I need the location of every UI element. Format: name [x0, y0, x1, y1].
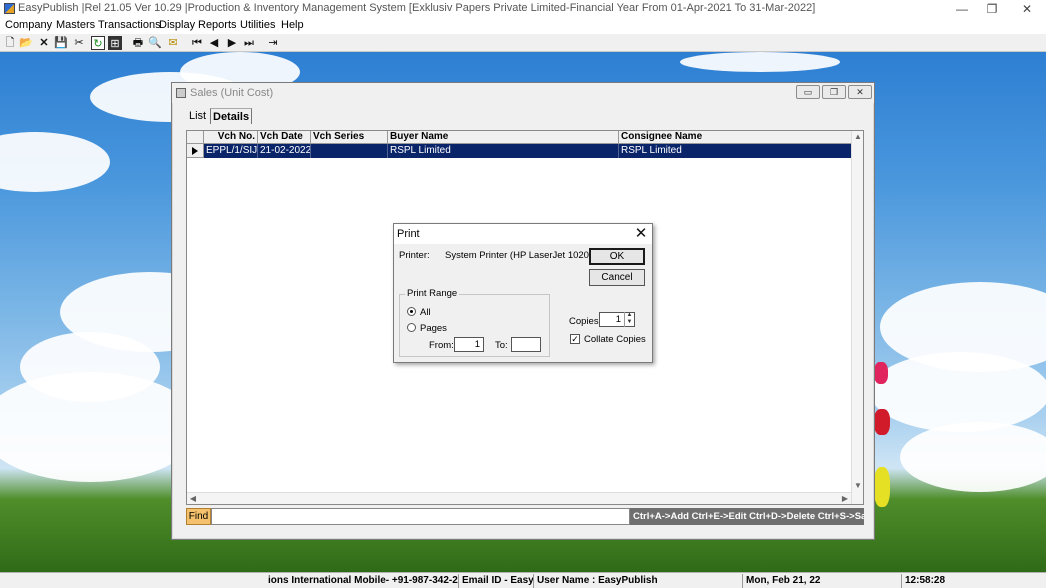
- scroll-left-icon[interactable]: ◀: [187, 493, 199, 505]
- menu-display[interactable]: Display: [159, 19, 195, 31]
- delete-icon[interactable]: ✕: [37, 36, 51, 50]
- next-record-icon[interactable]: ▶: [225, 36, 239, 50]
- menu-company[interactable]: Company: [5, 19, 52, 31]
- column-header-vch-series[interactable]: Vch Series: [311, 131, 388, 144]
- status-bar: ions International Mobile- +91-987-342-2…: [0, 572, 1046, 588]
- copies-label: Copies:: [569, 316, 602, 327]
- range-pages-radio[interactable]: [407, 323, 416, 332]
- row-indicator[interactable]: [187, 144, 204, 158]
- ok-button[interactable]: OK: [589, 248, 645, 265]
- last-record-icon[interactable]: ⏭: [242, 36, 256, 50]
- app-title-bar: EasyPublish |Rel 21.05 Ver 10.29 |Produc…: [0, 0, 1046, 18]
- email-icon[interactable]: ✉: [166, 36, 180, 50]
- menu-transactions[interactable]: Transactions: [98, 19, 161, 31]
- print-dialog-title: Print: [397, 228, 420, 240]
- horizontal-scrollbar[interactable]: ◀ ▶: [187, 492, 851, 504]
- printer-value: System Printer (HP LaserJet 1020): [445, 250, 593, 261]
- print-dialog: Print ✕ Printer: System Printer (HP Lase…: [393, 223, 653, 363]
- cell-vch-no[interactable]: EPPL/1/SIJU: [204, 144, 258, 158]
- vertical-scrollbar[interactable]: ▲ ▼: [851, 131, 863, 504]
- maximize-window-button[interactable]: ❐: [822, 85, 846, 99]
- new-file-icon[interactable]: 🗋: [3, 36, 17, 50]
- find-bar: Find Ctrl+A->Add Ctrl+E->Edit Ctrl+D->De…: [186, 508, 864, 525]
- sales-window-title: Sales (Unit Cost): [190, 87, 274, 99]
- close-icon[interactable]: ✕: [632, 225, 650, 243]
- window-icon: [176, 88, 186, 98]
- column-header-vch-date[interactable]: Vch Date: [258, 131, 311, 144]
- cell-vch-series[interactable]: [311, 144, 388, 158]
- column-header-vch-no[interactable]: Vch No.: [204, 131, 258, 144]
- find-input[interactable]: [211, 508, 630, 525]
- collate-checkbox[interactable]: ✓: [570, 334, 580, 344]
- find-label: Find: [186, 508, 211, 525]
- print-icon[interactable]: 🖶: [131, 36, 145, 50]
- to-label: To:: [495, 340, 508, 351]
- status-user: User Name : EasyPublish: [535, 574, 743, 588]
- status-email: Email ID - Easyinf: [462, 574, 534, 588]
- minimize-window-button[interactable]: ▭: [796, 85, 820, 99]
- cancel-button[interactable]: Cancel: [589, 269, 645, 286]
- open-folder-icon[interactable]: 📂: [19, 36, 33, 50]
- app-title: EasyPublish |Rel 21.05 Ver 10.29 |Produc…: [18, 2, 816, 14]
- cell-consignee-name[interactable]: RSPL Limited: [619, 144, 851, 158]
- close-button[interactable]: ✕: [1010, 0, 1044, 18]
- collate-label[interactable]: Collate Copies: [584, 334, 646, 345]
- print-preview-icon[interactable]: 🔍: [148, 36, 162, 50]
- refresh-icon[interactable]: ↻: [91, 36, 105, 50]
- sales-window-titlebar: Sales (Unit Cost) ▭ ❐ ✕: [172, 83, 874, 103]
- to-input[interactable]: [511, 337, 541, 352]
- from-label: From:: [429, 340, 454, 351]
- row-selector-header: [187, 131, 204, 144]
- toolbar: 🗋 📂 ✕ 💾 ✂ ↻ ⊞ 🖶 🔍 ✉ ⏮ ◀ ▶ ⏭ ⇥: [0, 34, 1046, 52]
- previous-record-icon[interactable]: ◀: [207, 36, 221, 50]
- tab-details[interactable]: Details: [210, 108, 253, 124]
- range-all-label[interactable]: All: [420, 307, 431, 318]
- first-record-icon[interactable]: ⏮: [190, 36, 204, 50]
- exit-icon[interactable]: ⇥: [266, 36, 280, 50]
- copies-spin-icon[interactable]: ▲ ▼: [624, 312, 634, 327]
- scroll-right-icon[interactable]: ▶: [839, 493, 851, 505]
- app-icon: [4, 3, 15, 14]
- menu-help[interactable]: Help: [281, 19, 304, 31]
- menu-utilities[interactable]: Utilities: [240, 19, 275, 31]
- scroll-up-icon[interactable]: ▲: [852, 131, 864, 143]
- from-input[interactable]: 1: [454, 337, 484, 352]
- print-dialog-titlebar: Print ✕: [394, 224, 652, 244]
- cell-buyer-name[interactable]: RSPL Limited: [388, 144, 619, 158]
- printer-label: Printer:: [399, 250, 430, 261]
- scroll-down-icon[interactable]: ▼: [852, 480, 864, 492]
- range-pages-label[interactable]: Pages: [420, 323, 447, 334]
- current-row-arrow-icon: [192, 147, 198, 155]
- menu-bar: Company Masters Transactions Display Rep…: [0, 18, 1046, 34]
- status-company-info: ions International Mobile- +91-987-342-2…: [268, 574, 459, 588]
- range-all-radio[interactable]: [407, 307, 416, 316]
- status-date: Mon, Feb 21, 22: [744, 574, 902, 588]
- column-header-buyer-name[interactable]: Buyer Name: [388, 131, 619, 144]
- print-range-legend: Print Range: [405, 288, 460, 299]
- cell-vch-date[interactable]: 21-02-2022: [258, 144, 311, 158]
- tab-list[interactable]: List: [187, 108, 208, 124]
- restore-button[interactable]: ❐: [975, 0, 1009, 18]
- menu-reports[interactable]: Reports: [198, 19, 237, 31]
- close-window-button[interactable]: ✕: [848, 85, 872, 99]
- cut-icon[interactable]: ✂: [72, 36, 86, 50]
- save-icon[interactable]: 💾: [54, 36, 68, 50]
- shortcut-hint: Ctrl+A->Add Ctrl+E->Edit Ctrl+D->Delete …: [630, 508, 864, 525]
- minimize-button[interactable]: —: [945, 0, 979, 18]
- column-header-consignee-name[interactable]: Consignee Name: [619, 131, 853, 144]
- status-time: 12:58:28: [905, 575, 946, 586]
- export-icon[interactable]: ⊞: [108, 36, 122, 50]
- print-range-group: Print Range All Pages From: 1 To:: [399, 288, 550, 357]
- menu-masters[interactable]: Masters: [56, 19, 95, 31]
